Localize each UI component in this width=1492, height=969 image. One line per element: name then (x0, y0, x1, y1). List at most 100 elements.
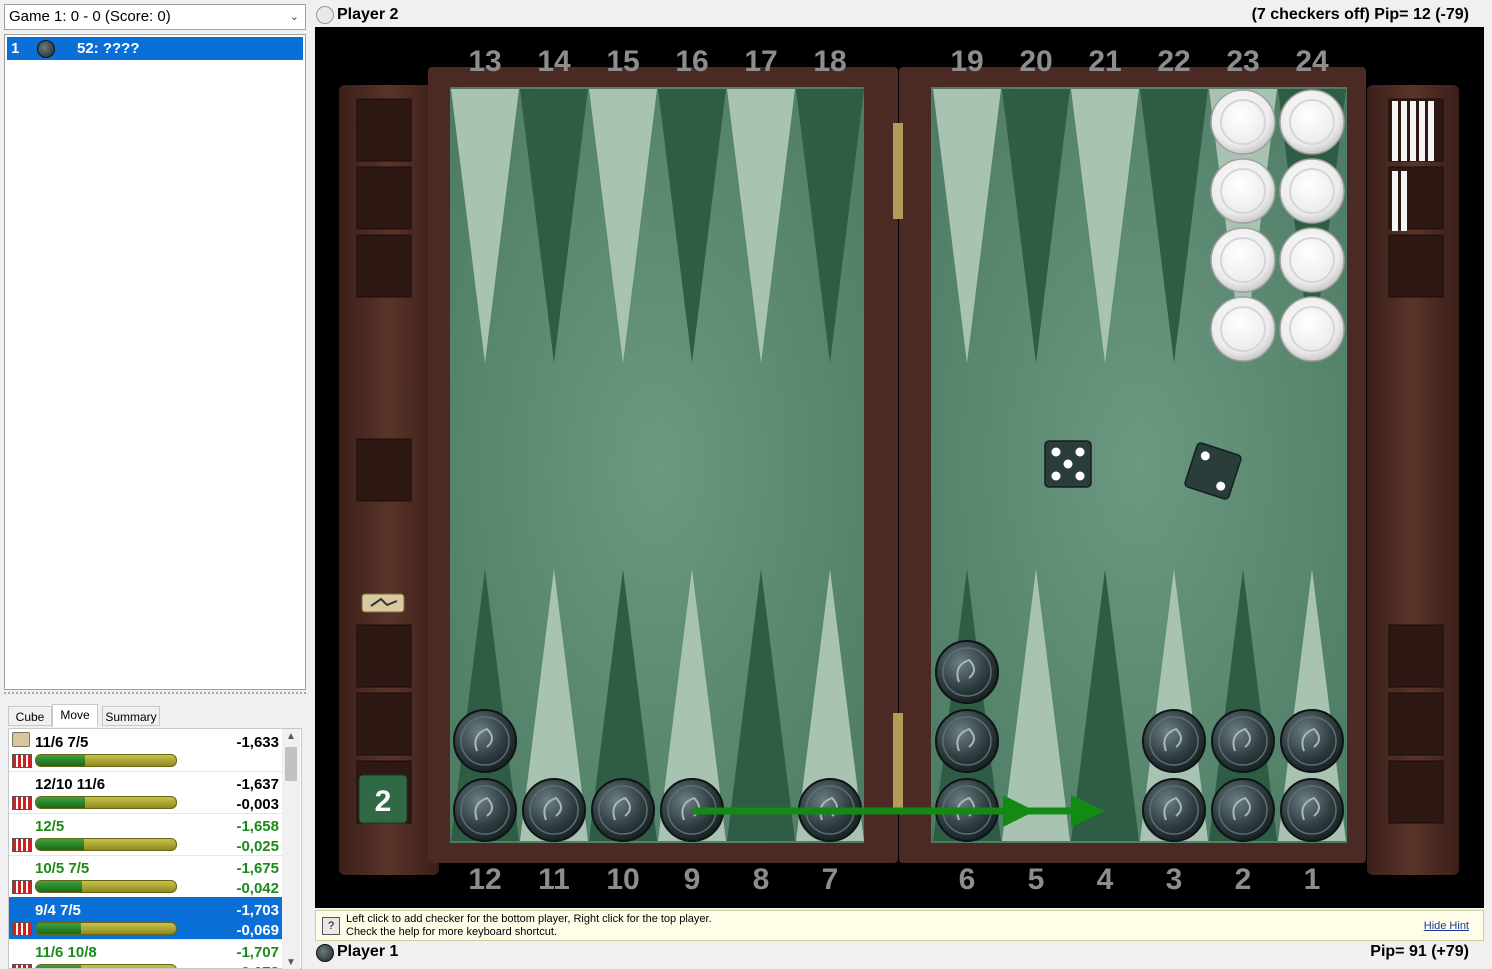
win-probability-bar (35, 880, 177, 893)
turn-indicator (361, 593, 405, 613)
win-probability-bar (35, 964, 177, 968)
move-equity: -1,707 (236, 944, 279, 961)
move-row[interactable]: 11/6 10/8 -1,707 -0,073 (9, 939, 283, 968)
abacus-icon (12, 922, 32, 936)
abacus-icon (12, 838, 32, 852)
point-label-top: 16 (675, 45, 708, 78)
point-label-bottom: 8 (753, 863, 770, 896)
point-label-bottom: 4 (1097, 863, 1114, 896)
point-label-top: 21 (1088, 45, 1121, 78)
game-list[interactable]: 1 52: ???? (4, 34, 306, 690)
point-label-top: 15 (606, 45, 639, 78)
win-probability-bar (35, 922, 177, 935)
white-checker[interactable] (1279, 296, 1345, 362)
dark-checker[interactable] (591, 778, 655, 842)
point-label-bottom: 9 (684, 863, 701, 896)
panel-splitter[interactable] (4, 692, 306, 700)
dark-checker[interactable] (1142, 709, 1206, 773)
player2-indicator (316, 6, 334, 24)
tray-slot (1388, 760, 1444, 824)
game-roll-text: 52: ???? (77, 40, 140, 57)
move-equity-diff: -0,073 (236, 964, 279, 968)
tray-slot (356, 692, 412, 756)
dark-checker[interactable] (1280, 709, 1344, 773)
move-equity: -1,675 (236, 860, 279, 877)
tab-cube[interactable]: Cube (8, 706, 52, 726)
dark-checker[interactable] (935, 709, 999, 773)
player2-pip-info: (7 checkers off) Pip= 12 (-79) (1251, 6, 1469, 23)
point-label-top: 20 (1019, 45, 1052, 78)
point-label-bottom: 11 (538, 863, 570, 896)
tray-slot (356, 166, 412, 230)
dark-checker[interactable] (522, 778, 586, 842)
white-checker[interactable] (1210, 89, 1276, 155)
hint-line-2: Check the help for more keyboard shortcu… (346, 926, 557, 938)
move-row[interactable]: 9/4 7/5 -1,703 -0,069 (9, 897, 283, 940)
dark-checker[interactable] (453, 709, 517, 773)
move-equity: -1,637 (236, 776, 279, 793)
move-equity: -1,658 (236, 818, 279, 835)
move-notation: 10/5 7/5 (35, 860, 90, 877)
dark-checker[interactable] (1142, 778, 1206, 842)
die[interactable] (1044, 440, 1092, 488)
white-checker[interactable] (1210, 296, 1276, 362)
point-label-bottom: 10 (606, 863, 639, 896)
white-checker[interactable] (1210, 227, 1276, 293)
point-label-top: 18 (813, 45, 846, 78)
win-probability-bar (35, 754, 177, 767)
game-index: 1 (11, 40, 20, 57)
point-label-top: 13 (468, 45, 501, 78)
scroll-up-icon[interactable]: ▲ (286, 731, 296, 742)
move-row[interactable]: 10/5 7/5 -1,675 -0,042 (9, 855, 283, 898)
point-label-top: 22 (1157, 45, 1190, 78)
win-probability-bar (35, 838, 177, 851)
dark-checker[interactable] (1211, 709, 1275, 773)
point-label-top: 17 (744, 45, 777, 78)
chevron-down-icon: ⌄ (289, 11, 299, 23)
move-notation: 11/6 7/5 (35, 734, 89, 751)
point-label-bottom: 7 (822, 863, 839, 896)
dark-checker[interactable] (453, 778, 517, 842)
move-row[interactable]: 12/5 -1,658 -0,025 (9, 813, 283, 856)
move-row[interactable]: 11/6 7/5 -1,633 (9, 729, 283, 772)
point-label-bottom: 1 (1304, 863, 1321, 896)
move-equity: -1,703 (236, 902, 279, 919)
white-checker[interactable] (1279, 158, 1345, 224)
white-checker[interactable] (1210, 158, 1276, 224)
game-select[interactable]: Game 1: 0 - 0 (Score: 0) ⌄ (4, 4, 306, 30)
backgammon-board[interactable]: 2 13 12 14 11 15 10 16 9 17 8 18 7 19 6 20 5 21 4 22 3 23 2 24… (315, 27, 1484, 908)
dark-checker[interactable] (1211, 778, 1275, 842)
move-notation: 11/6 10/8 (35, 944, 97, 961)
tray-slot (356, 98, 412, 162)
point-label-bottom: 5 (1028, 863, 1045, 896)
tab-summary[interactable]: Summary (102, 706, 160, 726)
tray-slot (356, 624, 412, 688)
move-equity-diff: -0,003 (236, 796, 279, 813)
board-canvas[interactable]: 2 13 12 14 11 15 10 16 9 17 8 18 7 19 6 20 5 21 4 22 3 23 2 24… (315, 27, 1484, 908)
scroll-down-icon[interactable]: ▼ (286, 957, 296, 968)
tray-slot (356, 438, 412, 502)
point-label-top: 19 (950, 45, 983, 78)
move-equity-diff: -0,025 (236, 838, 279, 855)
tab-move[interactable]: Move (52, 704, 98, 727)
hide-hint-link[interactable]: Hide Hint (1424, 920, 1469, 932)
point-label-top: 24 (1295, 45, 1329, 78)
white-checker[interactable] (1279, 89, 1345, 155)
abacus-icon (12, 880, 32, 894)
player1-indicator (316, 944, 334, 962)
dark-checker[interactable] (1280, 778, 1344, 842)
cube-value: 2 (375, 785, 392, 818)
doubling-cube[interactable]: 2 (358, 774, 408, 824)
move-list[interactable]: 11/6 7/5 -1,633 12/10 11/6 -1,637 -0,003 12/5… (8, 728, 302, 969)
dark-checker[interactable] (935, 640, 999, 704)
white-checker[interactable] (1279, 227, 1345, 293)
scroll-thumb[interactable] (285, 747, 297, 781)
analysis-icon (12, 732, 30, 747)
game-list-row[interactable]: 1 52: ???? (7, 37, 303, 60)
move-list-scrollbar[interactable]: ▲ ▼ (282, 729, 300, 969)
player1-pip-info: Pip= 91 (+79) (1370, 943, 1469, 960)
move-row[interactable]: 12/10 11/6 -1,637 -0,003 (9, 771, 283, 814)
move-notation: 9/4 7/5 (35, 902, 81, 919)
abacus-icon (12, 964, 32, 968)
player1-name: Player 1 (337, 943, 399, 960)
